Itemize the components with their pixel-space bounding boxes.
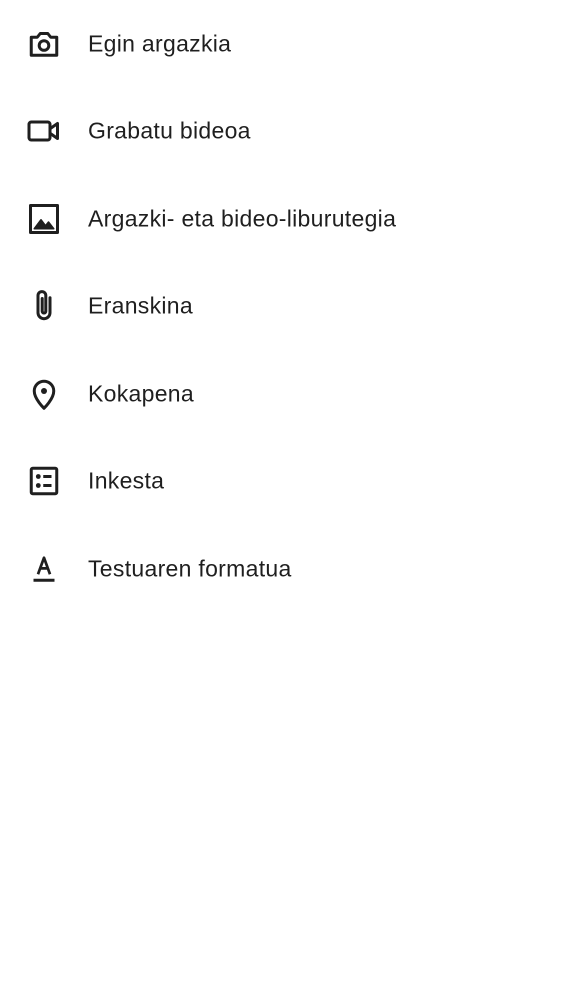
menu-item-label: Inkesta (88, 467, 165, 494)
attachment-icon (24, 286, 64, 326)
text-format-icon (24, 549, 64, 589)
menu-item-label: Testuaren formatua (88, 555, 292, 581)
menu-item-record-video[interactable]: Grabatu bideoa (0, 88, 562, 175)
location-pin-icon (24, 374, 64, 414)
menu-item-text-format[interactable]: Testuaren formatua (0, 525, 562, 612)
menu-item-label: Grabatu bideoa (88, 117, 251, 144)
poll-icon (24, 461, 64, 501)
menu-item-attachment[interactable]: Eranskina (0, 263, 562, 350)
videocam-icon (24, 111, 64, 151)
menu-item-poll[interactable]: Inkesta (0, 438, 562, 525)
camera-icon (24, 24, 64, 64)
menu-item-gallery[interactable]: Argazki- eta bideo-liburutegia (0, 175, 562, 262)
menu-item-label: Egin argazkia (88, 30, 232, 56)
image-icon (24, 199, 64, 239)
menu-item-location[interactable]: Kokapena (0, 350, 562, 437)
menu-item-label: Eranskina (88, 292, 193, 319)
menu-item-take-photo[interactable]: Egin argazkia (0, 0, 562, 87)
menu-item-label: Kokapena (88, 380, 194, 406)
menu-item-label: Argazki- eta bideo-liburutegia (88, 205, 397, 231)
